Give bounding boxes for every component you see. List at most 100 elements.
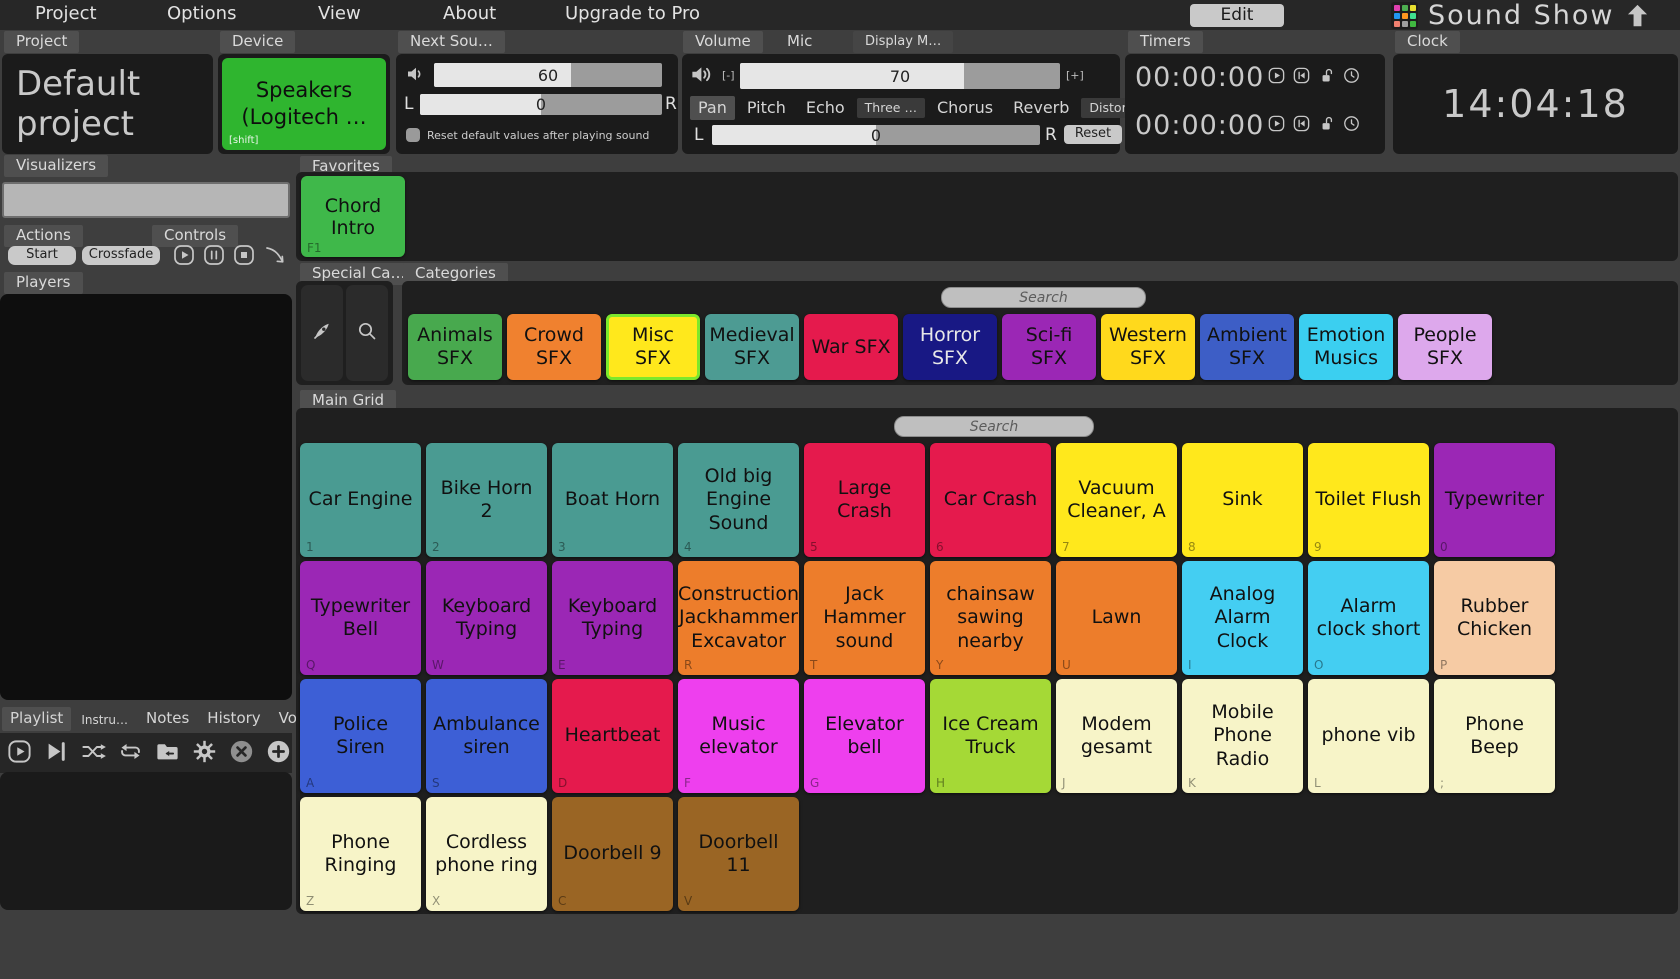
sound-button-car-crash[interactable]: Car Crash6 [930,443,1051,557]
timer-1-clock-icon[interactable] [1342,66,1361,89]
device-button[interactable]: Speakers (Logitech … [shift] [222,58,386,150]
sound-button-construction-jackhammer-excavator[interactable]: Construction Jackhammer ExcavatorR [678,561,799,675]
category-button-animals-sfx[interactable]: Animals SFX [408,314,502,380]
play-icon[interactable] [172,243,196,271]
sound-button-alarm-clock-short[interactable]: Alarm clock shortO [1308,561,1429,675]
tab-instruments[interactable]: Instru… [73,708,136,731]
sound-button-boat-horn[interactable]: Boat Horn3 [552,443,673,557]
sound-button-car-engine[interactable]: Car Engine1 [300,443,421,557]
sound-button-doorbell-9[interactable]: Doorbell 9C [552,797,673,911]
main-grid-search-input[interactable] [894,416,1094,437]
reset-defaults-checkbox[interactable] [406,128,420,142]
playlist-skip-next-icon[interactable] [43,738,70,769]
category-button-war-sfx[interactable]: War SFX [804,314,898,380]
category-button-crowd-sfx[interactable]: Crowd SFX [507,314,601,380]
tab-history[interactable]: History [199,707,268,731]
timer-2-restart-icon[interactable] [1292,114,1311,137]
next-sound-pan-slider[interactable]: 0 [420,94,662,115]
mixer-pan-slider[interactable]: 0 [712,125,1040,145]
playlist-settings-gear-icon[interactable] [191,738,218,769]
tab-pitch[interactable]: Pitch [739,96,794,120]
menu-upgrade-to-pro[interactable]: Upgrade to Pro [565,3,700,24]
tab-chorus[interactable]: Chorus [929,96,1001,120]
playlist-shuffle-icon[interactable] [80,738,107,769]
edit-button[interactable]: Edit [1190,4,1284,27]
category-button-horror-sfx[interactable]: Horror SFX [903,314,997,380]
sound-button-chainsaw-sawing-nearby[interactable]: chainsaw sawing nearbyY [930,561,1051,675]
tab-playlist[interactable]: Playlist [2,707,71,731]
timer-2-play-icon[interactable] [1267,114,1286,137]
sound-button-modem-gesamt[interactable]: Modem gesamtJ [1056,679,1177,793]
timer-1-restart-icon[interactable] [1292,66,1311,89]
sound-button-sink[interactable]: Sink8 [1182,443,1303,557]
sound-button-toilet-flush[interactable]: Toilet Flush9 [1308,443,1429,557]
sound-button-ambulance-siren[interactable]: Ambulance sirenS [426,679,547,793]
sound-button-jack-hammer-sound[interactable]: Jack Hammer soundT [804,561,925,675]
category-button-ambient-sfx[interactable]: Ambient SFX [1200,314,1294,380]
next-sound-volume-slider[interactable]: 60 [434,63,662,87]
sound-button-vacuum-cleaner-a[interactable]: Vacuum Cleaner, A7 [1056,443,1177,557]
volume-plus[interactable]: [+] [1066,69,1084,82]
crossfade-button[interactable]: Crossfade [82,246,160,265]
sound-button-mobile-phone-radio[interactable]: Mobile Phone RadioK [1182,679,1303,793]
favorite-button-chord-intro[interactable]: Chord IntroF1 [301,176,405,257]
timer-2-lock-icon[interactable] [1317,114,1336,137]
menu-about[interactable]: About [443,3,496,24]
pan-reset-button[interactable]: Reset [1064,125,1122,144]
sound-button-heartbeat[interactable]: HeartbeatD [552,679,673,793]
up-arrow-icon[interactable] [1624,2,1651,33]
category-button-people-sfx[interactable]: People SFX [1398,314,1492,380]
category-button-emotion-musics[interactable]: Emotion Musics [1299,314,1393,380]
tab-echo[interactable]: Echo [798,96,853,120]
menu-project[interactable]: Project [35,3,97,24]
start-button[interactable]: Start [8,246,76,265]
sound-button-elevator-bell[interactable]: Elevator bellG [804,679,925,793]
tab-pan[interactable]: Pan [690,96,735,120]
menu-options[interactable]: Options [167,3,236,24]
sound-button-keyboard-typing[interactable]: Keyboard TypingW [426,561,547,675]
sound-button-typewriter-bell[interactable]: Typewriter BellQ [300,561,421,675]
sound-button-keyboard-typing[interactable]: Keyboard TypingE [552,561,673,675]
timer-1-play-icon[interactable] [1267,66,1286,89]
sound-button-typewriter[interactable]: Typewriter0 [1434,443,1555,557]
playlist-repeat-icon[interactable] [117,738,144,769]
sound-button-lawn[interactable]: LawnU [1056,561,1177,675]
sound-button-police-siren[interactable]: Police SirenA [300,679,421,793]
category-button-misc-sfx[interactable]: Misc SFX [606,314,700,380]
playlist-play-icon[interactable] [6,738,33,769]
sound-button-cordless-phone-ring[interactable]: Cordless phone ringX [426,797,547,911]
timer-1-lock-icon[interactable] [1317,66,1336,89]
stop-icon[interactable] [232,243,256,271]
timer-2-clock-icon[interactable] [1342,114,1361,137]
soundboard-rocket-button[interactable] [301,285,343,381]
category-button-sci-fi-sfx[interactable]: Sci-fi SFX [1002,314,1096,380]
sound-button-analog-alarm-clock[interactable]: Analog Alarm ClockI [1182,561,1303,675]
sound-button-phone-beep[interactable]: Phone Beep; [1434,679,1555,793]
sound-button-rubber-chicken[interactable]: Rubber ChickenP [1434,561,1555,675]
sound-button-ice-cream-truck[interactable]: Ice Cream TruckH [930,679,1051,793]
tab-notes[interactable]: Notes [138,707,197,731]
sound-button-phone-vib[interactable]: phone vibL [1308,679,1429,793]
sound-button-bike-horn-2[interactable]: Bike Horn 22 [426,443,547,557]
sound-button-phone-ringing[interactable]: Phone RingingZ [300,797,421,911]
sound-button-old-big-engine-sound[interactable]: Old big Engine Sound4 [678,443,799,557]
sound-button-music-elevator[interactable]: Music elevatorF [678,679,799,793]
project-name[interactable]: Default project [2,54,213,144]
playlist-remove-icon[interactable] [228,738,255,769]
playlist-import-folder-icon[interactable] [154,738,181,769]
tab-three[interactable]: Three … [857,98,925,118]
tab-display-mode[interactable]: Display M… [853,31,953,53]
tab-volume[interactable]: Volume [683,31,763,53]
menu-view[interactable]: View [318,3,361,24]
category-button-western-sfx[interactable]: Western SFX [1101,314,1195,380]
tab-reverb[interactable]: Reverb [1005,96,1077,120]
search-category-button[interactable] [346,285,388,381]
fade-arrow-icon[interactable] [263,243,287,271]
playlist-add-icon[interactable] [265,738,292,769]
sound-button-doorbell-11[interactable]: Doorbell 11V [678,797,799,911]
pause-icon[interactable] [202,243,226,271]
mic-volume-slider[interactable]: 70 [740,63,1060,89]
tab-mic[interactable]: Mic [775,31,824,53]
volume-minus[interactable]: [-] [722,69,735,82]
categories-search-input[interactable] [941,287,1146,308]
